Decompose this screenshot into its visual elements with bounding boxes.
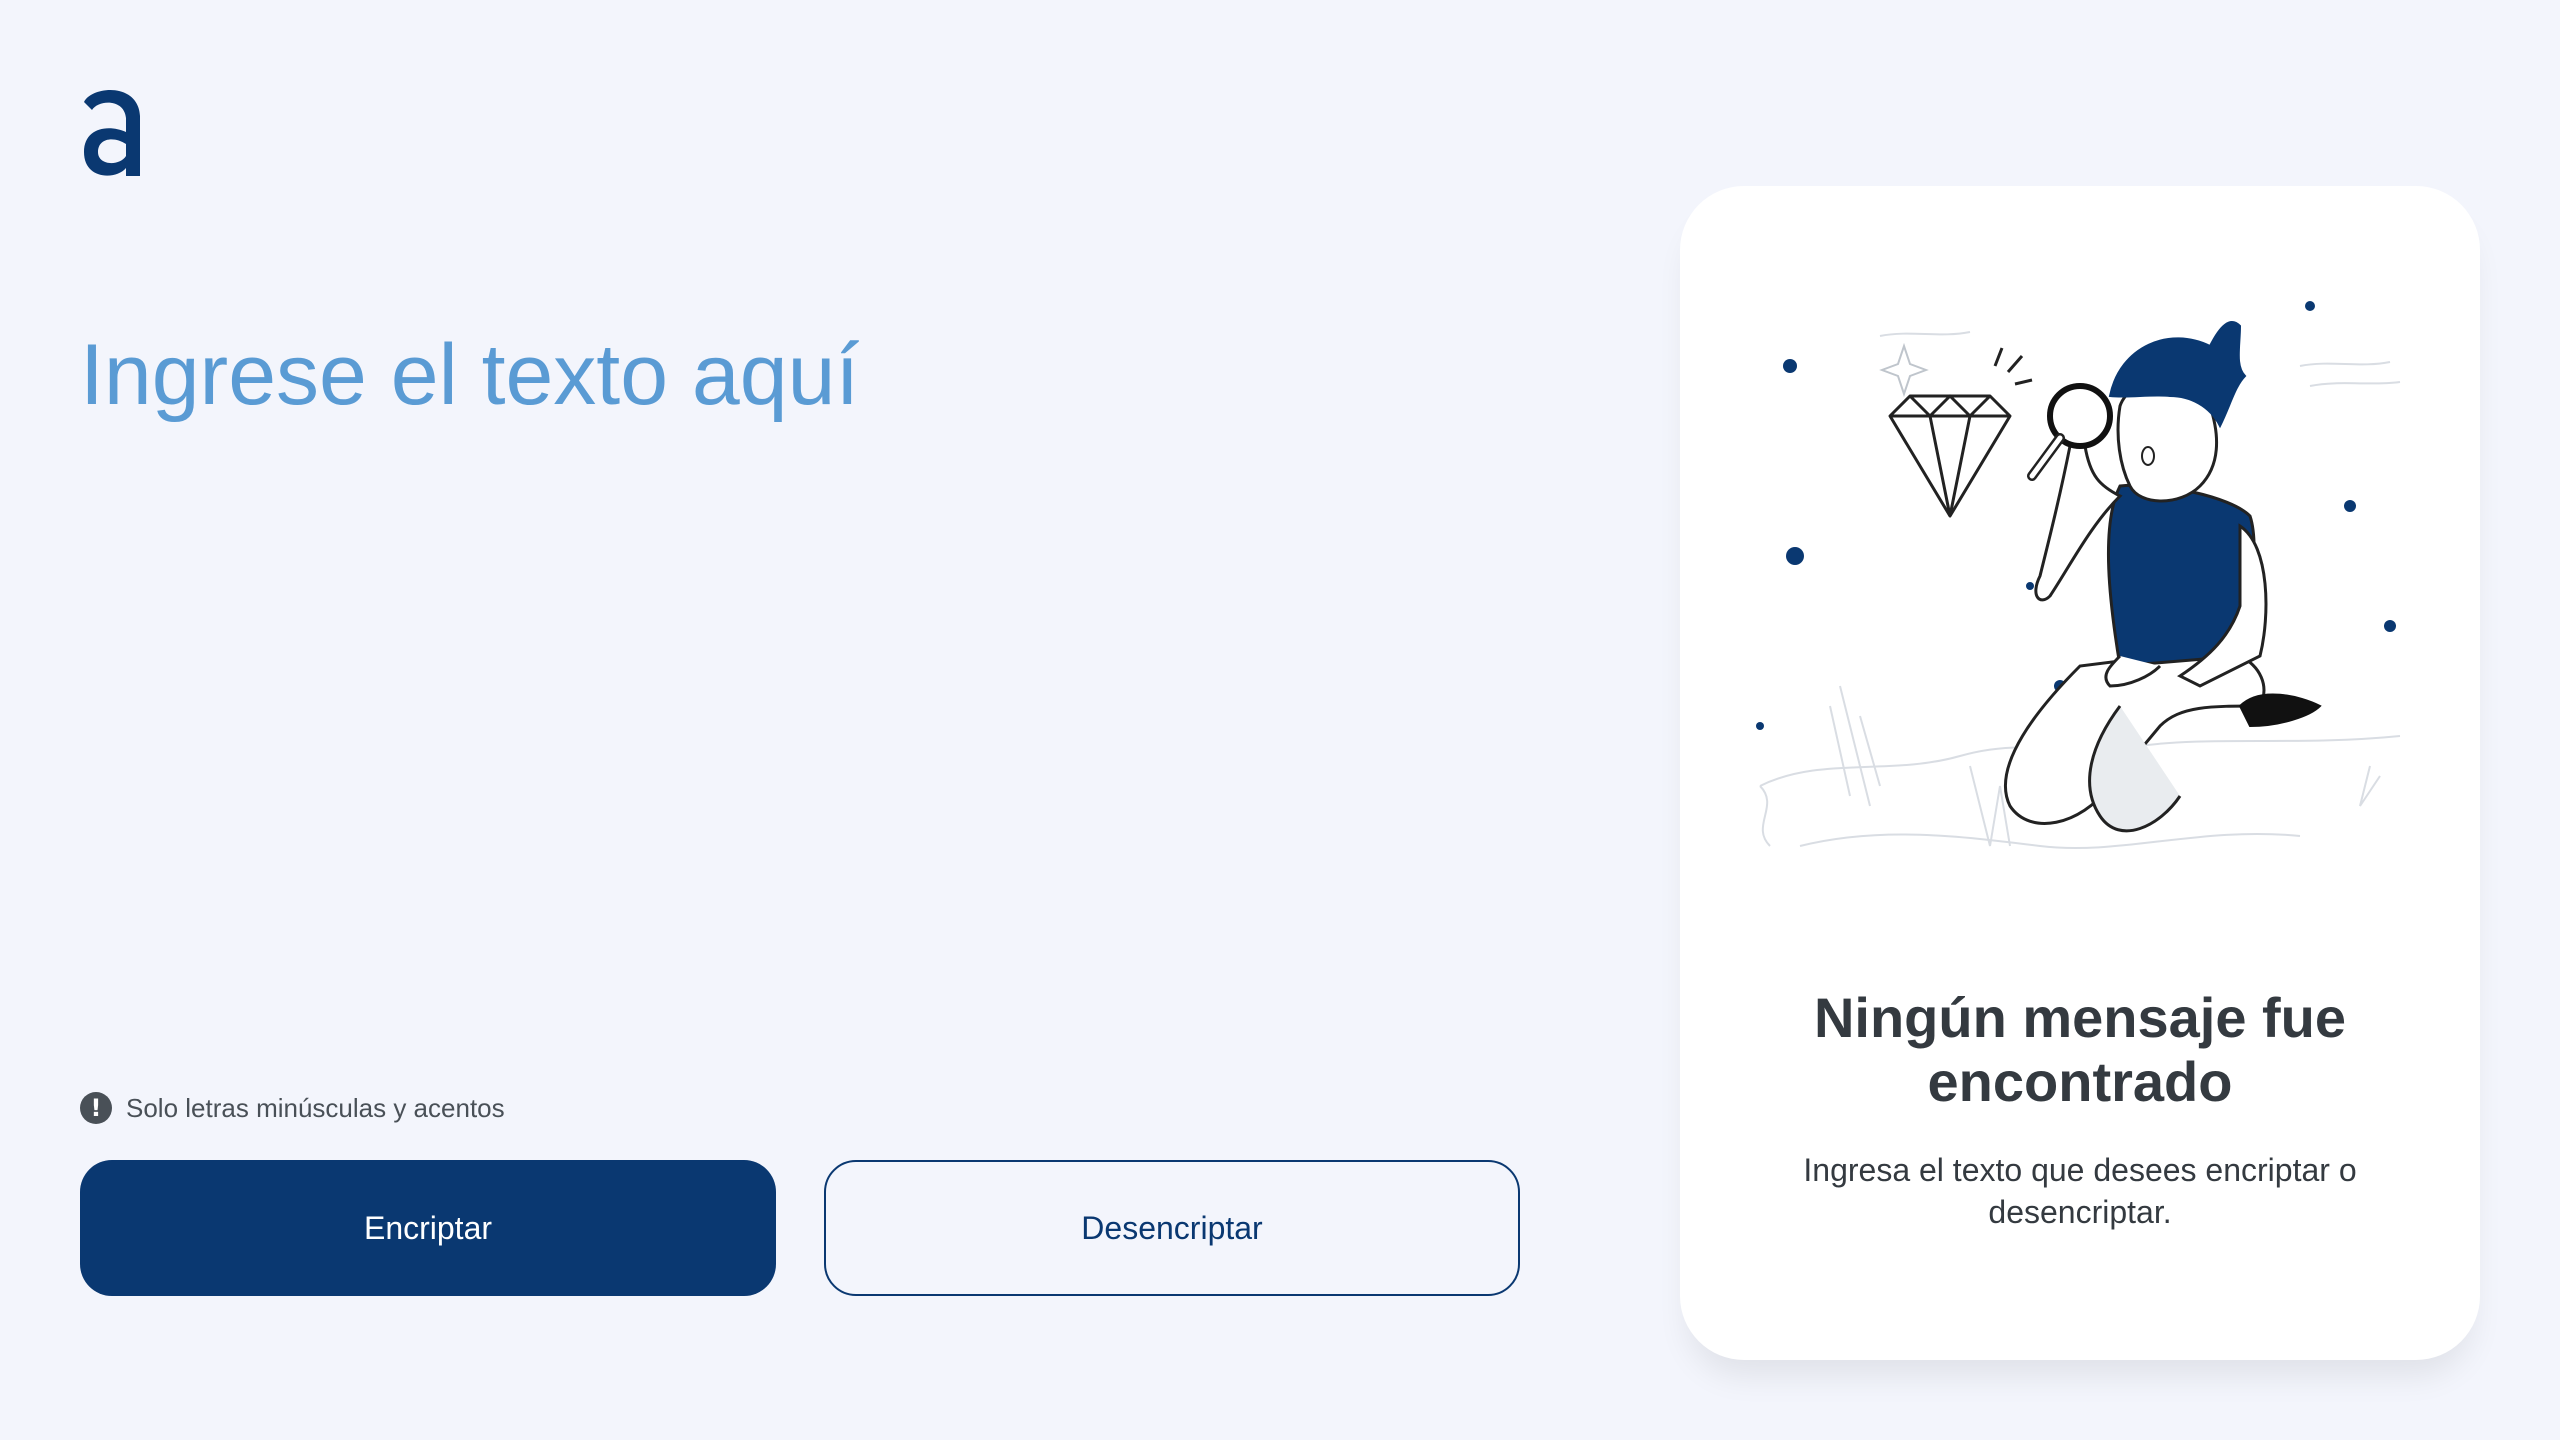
hint-text: Solo letras minúsculas y acentos: [126, 1092, 505, 1123]
app-root: ! Solo letras minúsculas y acentos Encri…: [0, 0, 2560, 1440]
message-input[interactable]: [80, 320, 1500, 1020]
empty-state-text: Ingresa el texto que desees encriptar o …: [1803, 1152, 2357, 1230]
output-card: Ningún mensaje fue encontrado Ingresa el…: [1680, 186, 2480, 1360]
exclamation-circle-icon: !: [80, 1092, 112, 1124]
searching-person-illustration: [1740, 286, 2420, 906]
decrypt-button[interactable]: Desencriptar: [824, 1160, 1520, 1296]
logo-icon: [78, 80, 146, 180]
encrypt-button[interactable]: Encriptar: [80, 1160, 776, 1296]
input-hint: ! Solo letras minúsculas y acentos: [80, 1090, 505, 1126]
empty-state-title: Ningún mensaje fue encontrado: [1813, 986, 2347, 1114]
